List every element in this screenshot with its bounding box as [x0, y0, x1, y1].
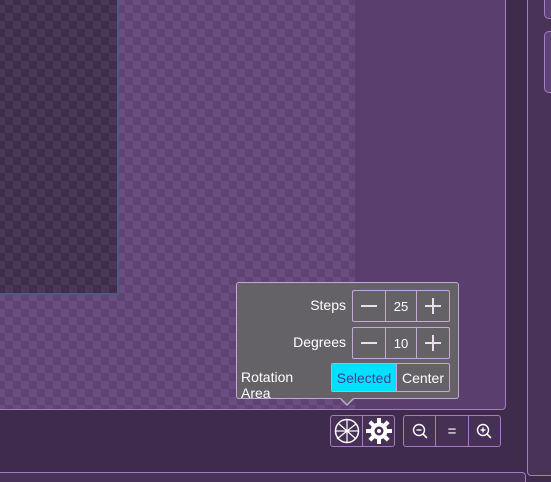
steps-decrement-button[interactable] — [353, 291, 385, 321]
equals-icon: = — [447, 422, 457, 440]
rotation-area-option-selected[interactable]: Selected — [332, 364, 397, 391]
zoom-tool-group: = — [403, 415, 501, 447]
sidebar-tab[interactable] — [544, 31, 551, 93]
steps-value[interactable]: 25 — [385, 291, 417, 321]
zoom-out-button[interactable] — [404, 416, 437, 446]
bottom-panel — [0, 472, 526, 482]
rotate-tool-button[interactable] — [331, 416, 363, 446]
image-layer[interactable] — [0, 0, 119, 295]
steps-stepper: 25 — [352, 290, 450, 322]
plus-icon — [425, 298, 441, 314]
zoom-out-icon — [412, 423, 428, 439]
minus-icon — [361, 305, 377, 307]
degrees-stepper: 10 — [352, 327, 450, 359]
rotation-tool-group — [330, 415, 395, 447]
editor-stage: = Steps 25 Degrees 10 Rotation Area Sele… — [0, 0, 551, 482]
degrees-increment-button[interactable] — [417, 328, 449, 358]
rotation-area-segmented-control: Selected Center — [331, 363, 450, 392]
right-sidebar — [527, 0, 551, 476]
zoom-reset-button[interactable]: = — [436, 416, 469, 446]
rotation-area-label: Rotation Area — [241, 369, 294, 401]
degrees-value[interactable]: 10 — [385, 328, 417, 358]
steps-label: Steps — [310, 297, 346, 313]
sidebar-tab[interactable] — [544, 0, 551, 19]
radial-wheel-icon — [334, 418, 359, 444]
zoom-in-icon — [477, 423, 492, 439]
rotation-area-option-center[interactable]: Center — [397, 364, 449, 391]
zoom-in-button[interactable] — [469, 416, 500, 446]
plus-icon — [425, 335, 441, 351]
popover-arrow — [339, 397, 355, 406]
degrees-label: Degrees — [293, 334, 346, 350]
steps-increment-button[interactable] — [417, 291, 449, 321]
rotation-settings-button[interactable] — [363, 416, 394, 446]
minus-icon — [361, 342, 377, 344]
gear-icon — [365, 418, 392, 444]
degrees-decrement-button[interactable] — [353, 328, 385, 358]
